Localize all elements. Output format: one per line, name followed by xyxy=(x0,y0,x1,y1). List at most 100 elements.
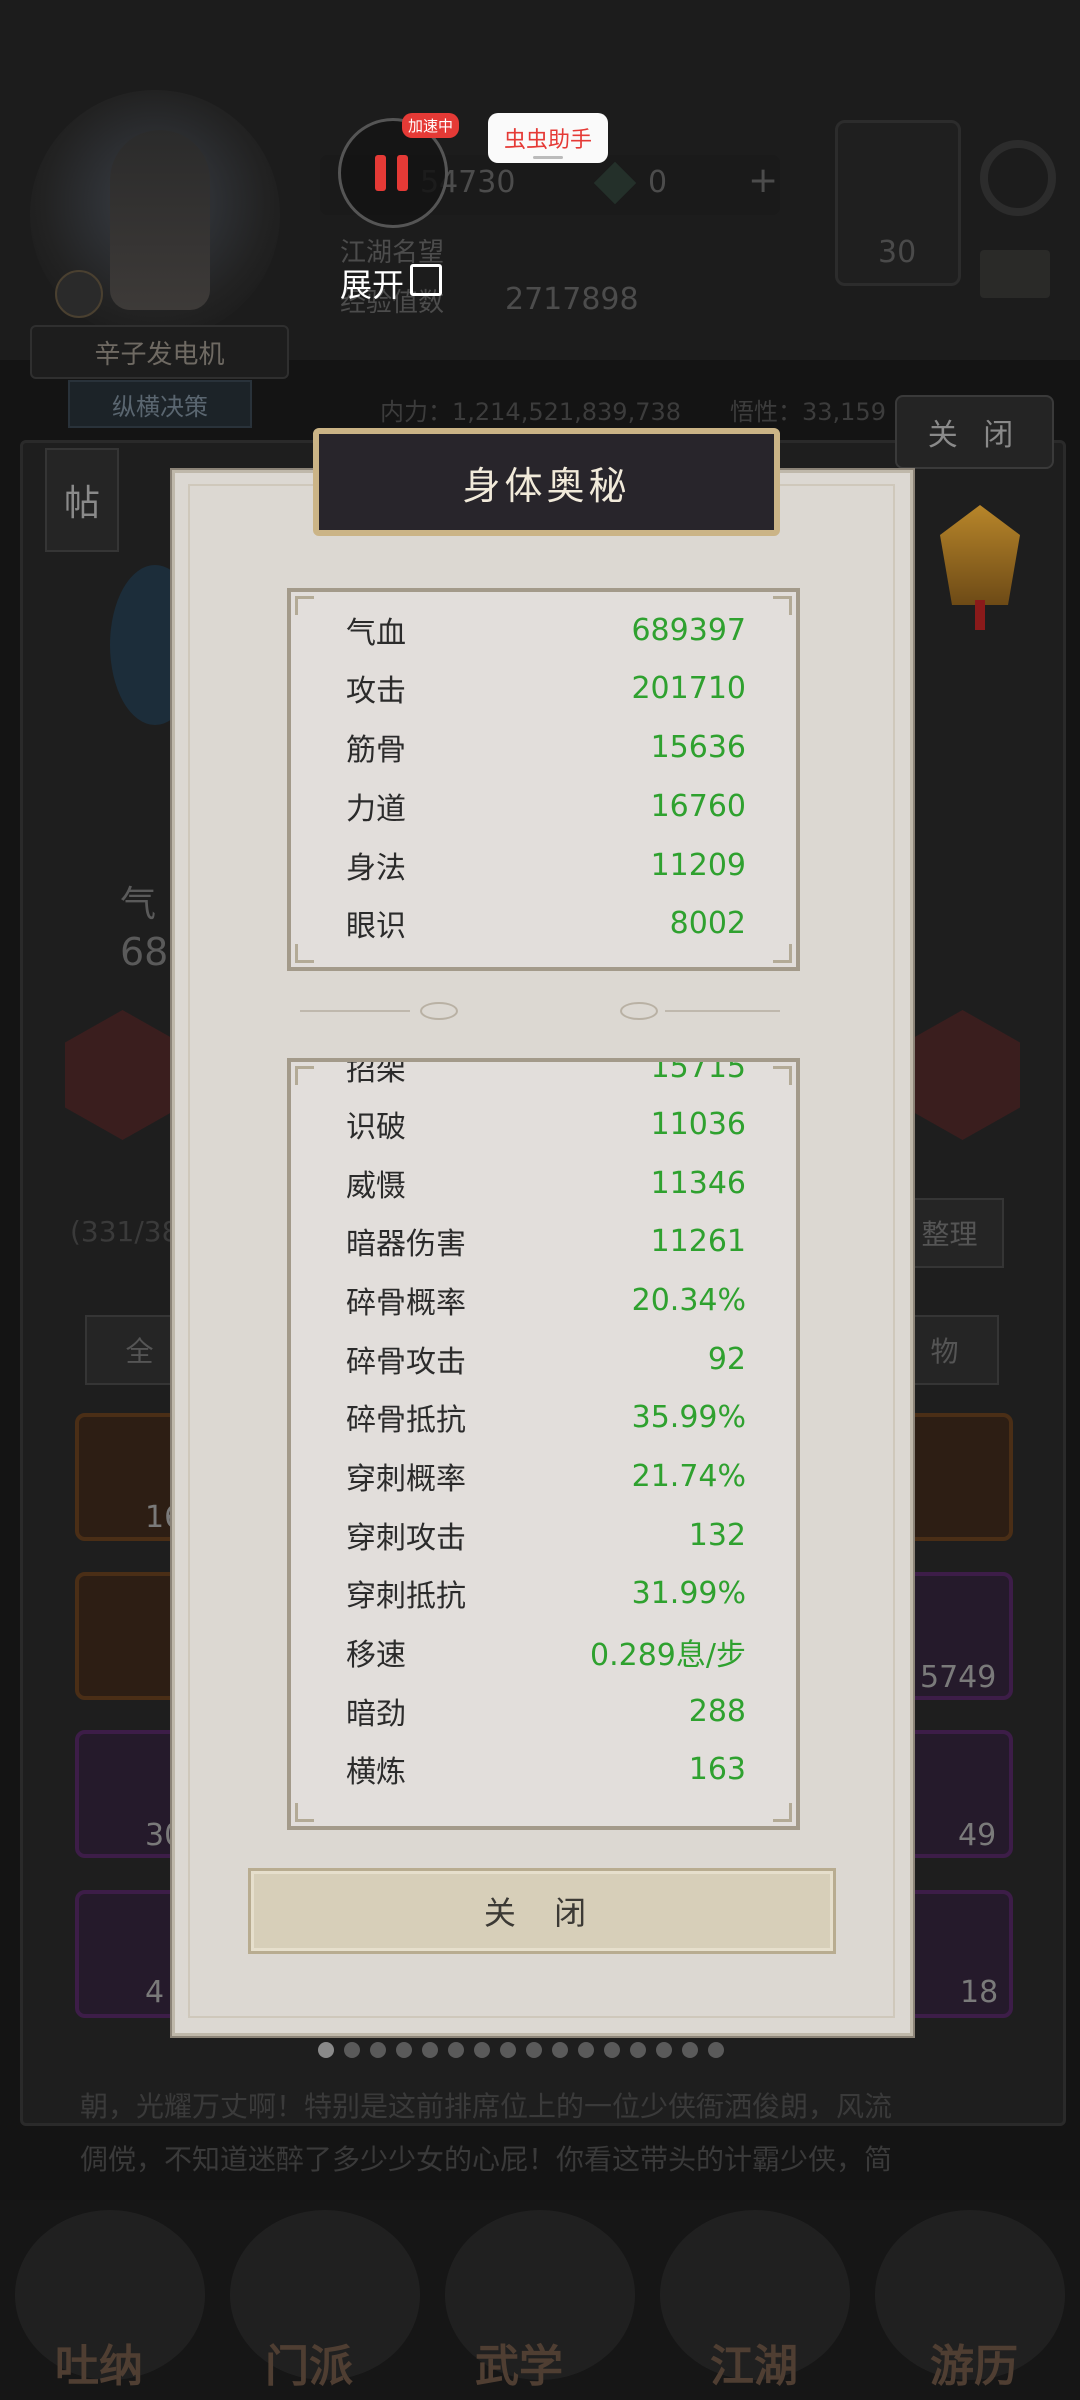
divider-line xyxy=(665,1010,780,1012)
stat-row-zhaojia: 招架 15715 xyxy=(346,1062,746,1096)
page-dot xyxy=(552,2042,568,2058)
stat-row-qixue: 气血 689397 xyxy=(346,601,746,659)
stat-value: 201710 xyxy=(631,670,746,706)
page-dot xyxy=(396,2042,412,2058)
page-dot xyxy=(474,2042,490,2058)
gem-count: 0 xyxy=(648,165,668,200)
page-dot xyxy=(318,2042,334,2058)
player-name: 辛子发电机 xyxy=(30,325,289,379)
stat-value: 8002 xyxy=(669,905,746,941)
stat-label: 暗劲 xyxy=(346,1697,406,1732)
stat-row-pierce-attack: 穿刺攻击 132 xyxy=(346,1506,746,1564)
divider-swirl xyxy=(620,1002,658,1020)
stat-label: 招架 xyxy=(346,1062,406,1088)
inner-power-text: 内力：1,214,521,839,738 xyxy=(380,398,682,426)
page-dot xyxy=(526,2042,542,2058)
stat-row-pierce-resist: 穿刺抵抗 31.99% xyxy=(346,1564,746,1622)
drag-handle[interactable] xyxy=(533,156,563,159)
mail-icon[interactable] xyxy=(980,250,1050,298)
stat-label: 攻击 xyxy=(346,674,406,709)
dialog-close-button[interactable]: 关 闭 xyxy=(248,1868,836,1954)
taiji-level: 30 xyxy=(878,235,917,270)
story-text-line: 朝，光耀万丈啊！特别是这前排席位上的一位少侠衙洒俊朗，风流 xyxy=(80,2090,893,2123)
stat-value: 11346 xyxy=(650,1165,746,1201)
stat-value: 11036 xyxy=(650,1106,746,1142)
expand-icon[interactable] xyxy=(410,264,442,296)
basic-stats-panel: 气血 689397 攻击 201710 筋骨 15636 力道 16760 身法… xyxy=(287,588,800,971)
advanced-stats-scroll[interactable]: 招架 15715 识破 11036 威慑 11346 暗器伤害 11261 碎骨… xyxy=(291,1062,796,1826)
stat-value: 16760 xyxy=(650,788,746,824)
post-tab[interactable]: 帖 xyxy=(45,448,119,552)
level-badge xyxy=(55,270,103,318)
stat-row-henglian: 横炼 163 xyxy=(346,1740,746,1798)
page-indicator xyxy=(318,2042,724,2058)
inventory-slot[interactable] xyxy=(900,1413,1013,1541)
page-dot xyxy=(344,2042,360,2058)
stat-value: 288 xyxy=(688,1693,746,1729)
stat-value: 31.99% xyxy=(631,1575,746,1611)
stat-row-jingu: 筋骨 15636 xyxy=(346,718,746,776)
nav-label-jianghu[interactable]: 江湖 xyxy=(710,2330,798,2394)
page-dot xyxy=(448,2042,464,2058)
stat-row-shipo: 识破 11036 xyxy=(346,1095,746,1153)
page-dot xyxy=(604,2042,620,2058)
divider-line xyxy=(300,1010,410,1012)
advanced-stats-panel[interactable]: 招架 15715 识破 11036 威慑 11346 暗器伤害 11261 碎骨… xyxy=(287,1058,800,1830)
background-close-button[interactable]: 关 闭 xyxy=(895,395,1054,469)
page-dot xyxy=(500,2042,516,2058)
stat-value: 92 xyxy=(707,1341,746,1377)
nav-label-tuna[interactable]: 吐纳 xyxy=(55,2330,143,2394)
stat-row-hidden-weapon-damage: 暗器伤害 11261 xyxy=(346,1212,746,1270)
bag-capacity: (331/38 xyxy=(70,1215,180,1248)
page-dot xyxy=(370,2042,386,2058)
nav-label-travel[interactable]: 游历 xyxy=(930,2330,1018,2394)
stat-label: 穿刺攻击 xyxy=(346,1521,466,1556)
settings-gear-icon[interactable] xyxy=(980,140,1056,216)
story-text-line: 倜傥，不知道迷醉了多少少女的心屁！你看这带头的计霸少侠，简 xyxy=(80,2143,893,2176)
stat-value: 15715 xyxy=(650,1062,746,1085)
tassel-decoration xyxy=(975,600,985,630)
stat-label: 穿刺抵抗 xyxy=(346,1579,466,1614)
dialog-title: 身体奥秘 xyxy=(313,428,780,536)
stat-value: 11209 xyxy=(650,847,746,883)
player-title: 纵横决策 xyxy=(68,380,252,428)
stat-value: 132 xyxy=(688,1517,746,1553)
page-dot xyxy=(578,2042,594,2058)
stat-label: 碎骨抵抗 xyxy=(346,1403,466,1438)
stat-value: 21.74% xyxy=(631,1458,746,1494)
page-dot xyxy=(630,2042,646,2058)
stat-value: 35.99% xyxy=(631,1399,746,1435)
stat-label: 识破 xyxy=(346,1110,406,1145)
stat-row-bone-crush-chance: 碎骨概率 20.34% xyxy=(346,1271,746,1329)
divider-swirl xyxy=(420,1002,458,1020)
expand-label[interactable]: 展开 xyxy=(340,260,404,306)
stat-row-yanshi: 眼识 8002 xyxy=(346,894,746,952)
stat-value: 15636 xyxy=(650,729,746,765)
page-dot xyxy=(708,2042,724,2058)
inertia-text: 悟性：33,159 xyxy=(730,398,886,426)
stat-label: 横炼 xyxy=(346,1755,406,1790)
stat-label: 眼识 xyxy=(346,909,406,944)
stat-label: 暗器伤害 xyxy=(346,1227,466,1262)
pause-icon xyxy=(397,155,408,191)
speed-badge: 加速中 xyxy=(402,113,460,138)
stat-value: 163 xyxy=(688,1751,746,1787)
stat-row-lidao: 力道 16760 xyxy=(346,777,746,835)
page-dot xyxy=(656,2042,672,2058)
experience-value: 2717898 xyxy=(505,282,639,317)
stat-row-bone-crush-resist: 碎骨抵抗 35.99% xyxy=(346,1388,746,1446)
stat-label: 碎骨攻击 xyxy=(346,1345,466,1380)
nav-label-sect[interactable]: 门派 xyxy=(265,2330,353,2394)
nav-label-martial[interactable]: 武学 xyxy=(475,2330,563,2394)
stat-row-weishe: 威慑 11346 xyxy=(346,1154,746,1212)
slot-count: 18 xyxy=(960,1975,999,2010)
page-dot xyxy=(422,2042,438,2058)
stat-row-move-speed: 移速 0.289息/步 xyxy=(346,1623,746,1681)
stat-value: 689397 xyxy=(631,612,746,648)
stat-row-pierce-chance: 穿刺概率 21.74% xyxy=(346,1447,746,1505)
add-currency-button[interactable]: + xyxy=(748,160,778,201)
stat-label: 气血 xyxy=(346,616,406,651)
player-avatar xyxy=(110,130,210,310)
stat-row-shenfa: 身法 11209 xyxy=(346,836,746,894)
slot-count: 4 xyxy=(145,1975,165,2010)
